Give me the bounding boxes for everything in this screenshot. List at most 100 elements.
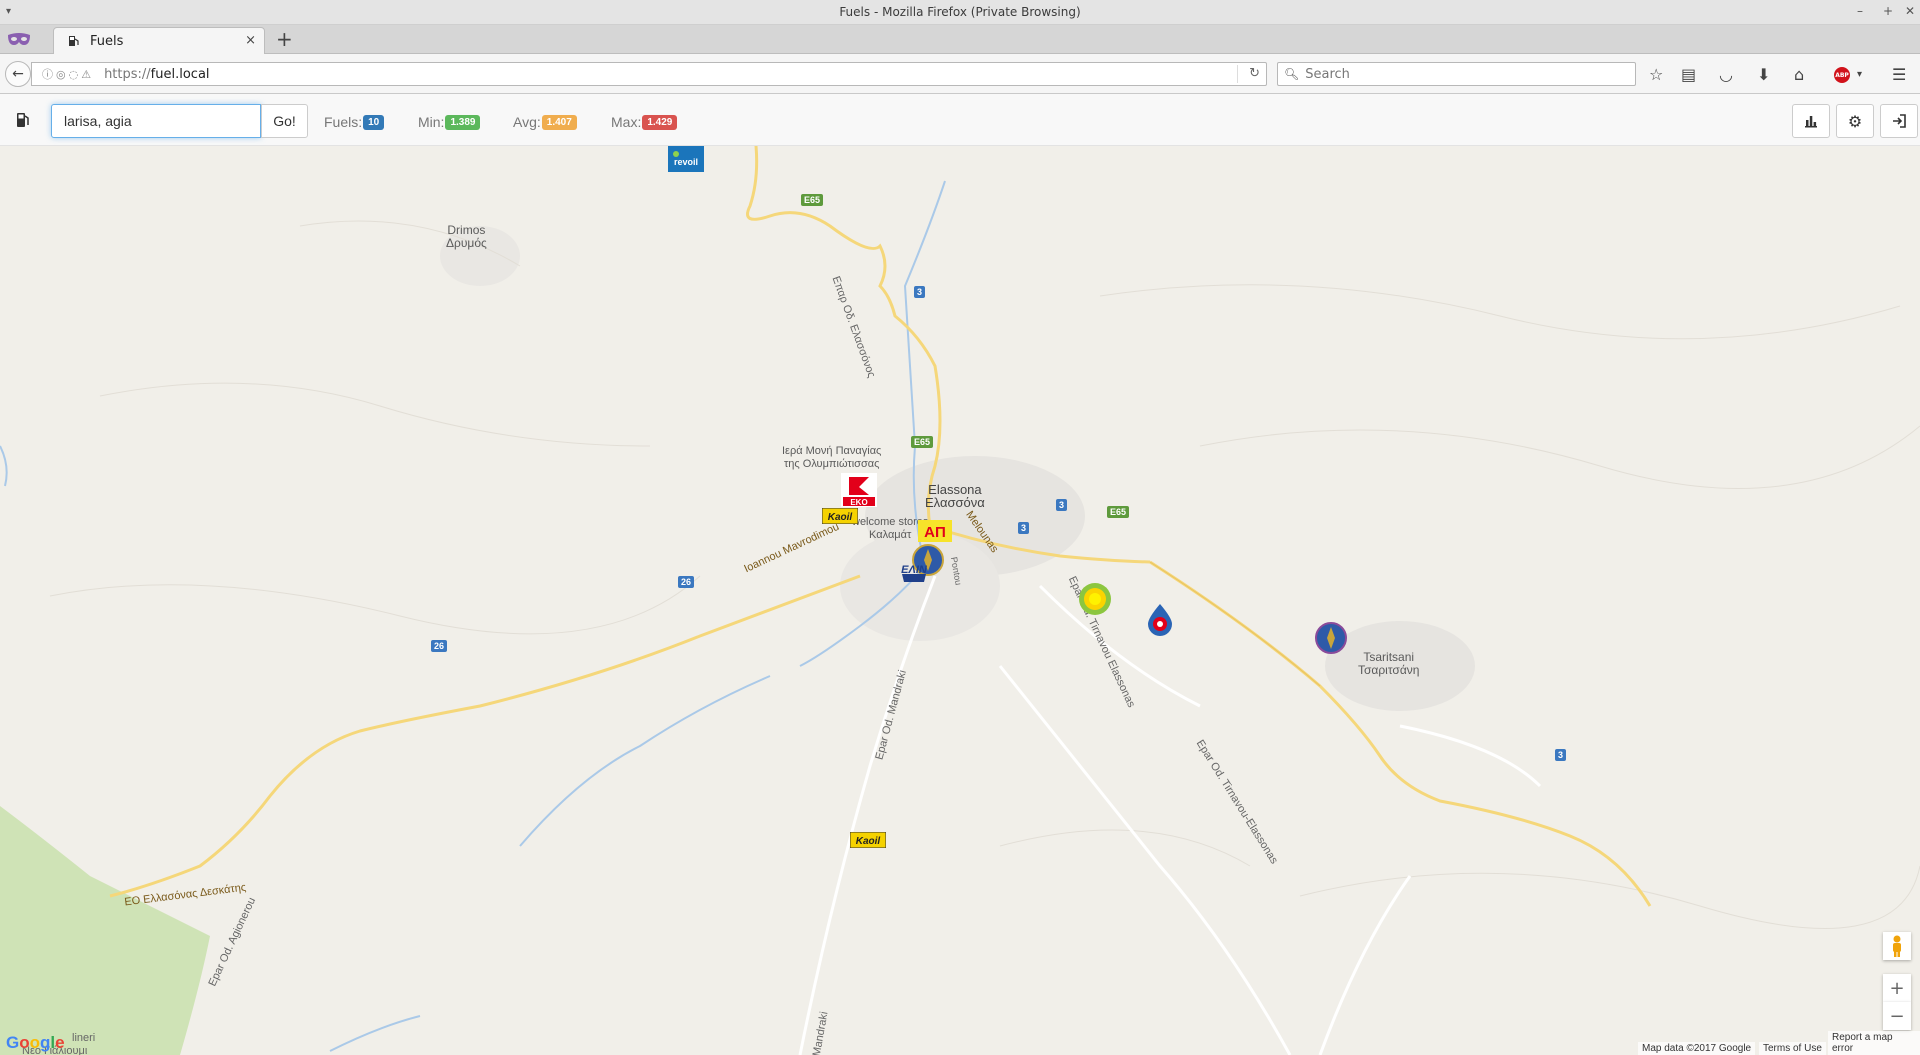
navigation-bar: ← ⓘ◎◌⚠ https:// fuel.local ↻ 🔍︎ Search ☆…: [0, 54, 1920, 94]
road-shield-26: 26: [678, 576, 695, 588]
login-button[interactable]: [1880, 104, 1918, 138]
poi-label: Ιερά Μονή Παναγίας: [782, 445, 882, 457]
road-shield-3: 3: [1555, 749, 1567, 761]
road-shield-e65: E65: [801, 194, 824, 206]
min-badge: 1.389: [445, 114, 481, 130]
bookmark-star-icon[interactable]: ☆: [1649, 65, 1663, 84]
zoom-out-button[interactable]: −: [1883, 1002, 1911, 1030]
road-shield-e65: E65: [911, 436, 934, 448]
zoom-in-button[interactable]: +: [1883, 974, 1911, 1002]
fuel-station-marker-ap[interactable]: ΑΠ: [918, 520, 952, 542]
street-view-pegman[interactable]: [1883, 932, 1911, 960]
fuels-badge: 10: [363, 114, 385, 130]
app-toolbar: Go! Fuels: 10 Min: 1.389 Avg: 1.407 Max:…: [0, 94, 1920, 146]
max-badge: 1.429: [642, 114, 678, 130]
settings-button[interactable]: ⚙: [1836, 104, 1874, 138]
fuel-station-marker-eko[interactable]: EKO: [841, 473, 877, 507]
map-data-attribution: Map data ©2017 Google: [1638, 1042, 1756, 1055]
place-label-lineri: lineri: [72, 1032, 96, 1044]
poi-label-2: Καλαμάτ: [869, 529, 912, 541]
fuels-count: Fuels: 10: [324, 114, 385, 130]
reading-list-icon[interactable]: ▤: [1681, 65, 1696, 84]
hamburger-menu-icon[interactable]: ☰: [1892, 65, 1906, 84]
maximize-icon[interactable]: +: [1883, 4, 1893, 18]
fuel-station-marker-bp[interactable]: [1078, 582, 1112, 616]
site-info-icons[interactable]: ⓘ◎◌⚠: [42, 66, 94, 82]
fuel-station-marker-kaoil-2[interactable]: Kaoil: [850, 832, 886, 848]
map-canvas[interactable]: Drimos Δρυμός Elassona Ελασσόνα Tsaritsa…: [0, 146, 1920, 1055]
place-elassona: Elassona Ελασσόνα: [925, 483, 985, 509]
fuel-station-marker-revoil[interactable]: revoil: [668, 146, 704, 172]
url-host: fuel.local: [150, 66, 210, 82]
chevron-down-icon[interactable]: ▾: [1857, 69, 1862, 80]
place-label-greek: Τσαριτσάνη: [1358, 663, 1420, 677]
window-titlebar: ▾ Fuels - Mozilla Firefox (Private Brows…: [0, 0, 1920, 25]
poi-label: welcome stores: [852, 516, 929, 528]
road-shield-3: 3: [1018, 522, 1030, 534]
fuel-station-marker-kaoil[interactable]: Kaoil: [822, 508, 858, 524]
poi-welcome-stores: welcome stores Καλαμάτ: [852, 516, 928, 542]
statistics-button[interactable]: [1792, 104, 1830, 138]
window-menu-icon[interactable]: ▾: [6, 6, 11, 17]
minimize-icon[interactable]: –: [1857, 4, 1863, 18]
place-label-greek: Ελασσόνα: [925, 495, 985, 510]
sign-in-icon: [1893, 114, 1906, 128]
place-label-greek: Δρυμός: [446, 236, 487, 250]
google-logo[interactable]: Google: [6, 1033, 65, 1053]
fuel-station-marker-elin[interactable]: ΕΛΙΝ: [896, 558, 932, 584]
max-price: Max: 1.429: [611, 114, 678, 130]
pocket-icon[interactable]: ◡: [1719, 65, 1733, 84]
avg-badge: 1.407: [541, 114, 577, 130]
search-bar[interactable]: 🔍︎ Search: [1277, 62, 1636, 86]
brand-label: EKO: [850, 498, 867, 507]
search-icon: 🔍︎: [1284, 67, 1300, 81]
adblock-icon[interactable]: ABP: [1834, 67, 1850, 83]
place-drimos: Drimos Δρυμός: [446, 224, 487, 250]
tab-label: Fuels: [90, 33, 124, 49]
road-shield-e65: E65: [1107, 506, 1130, 518]
downloads-icon[interactable]: ⬇: [1757, 65, 1770, 84]
url-separator: [1237, 65, 1238, 83]
tab-close-icon[interactable]: ×: [245, 33, 256, 48]
poi-monastery: Ιερά Μονή Παναγίας της Ολυμπιώτισσας: [782, 445, 881, 471]
private-browsing-icon: [8, 33, 30, 45]
min-label: Min:: [418, 114, 445, 130]
tab-strip: Fuels × +: [0, 25, 1920, 54]
url-bar[interactable]: ⓘ◎◌⚠ https:// fuel.local ↻: [31, 62, 1267, 86]
brand-label: Kaoil: [856, 836, 881, 847]
brand-label: ΑΠ: [924, 524, 946, 541]
fuel-pump-icon[interactable]: [16, 111, 30, 129]
avg-price: Avg: 1.407: [513, 114, 577, 130]
terms-of-use-link[interactable]: Terms of Use: [1759, 1042, 1826, 1055]
pegman-icon: [1893, 935, 1901, 957]
window-title: Fuels - Mozilla Firefox (Private Browsin…: [839, 5, 1081, 19]
report-map-error-link[interactable]: Report a map error: [1828, 1031, 1920, 1055]
new-tab-button[interactable]: +: [276, 27, 293, 51]
tab-fuels[interactable]: Fuels ×: [53, 27, 265, 54]
fuel-station-marker-drop[interactable]: [1145, 602, 1175, 636]
fuel-pump-icon: [69, 36, 79, 46]
gear-icon: ⚙: [1847, 111, 1863, 131]
back-arrow-icon: ←: [12, 66, 24, 82]
poi-label-2: της Ολυμπιώτισσας: [783, 458, 880, 470]
road-shield-3: 3: [914, 286, 926, 298]
map-base-layer: [0, 146, 1920, 1055]
min-price: Min: 1.389: [418, 114, 481, 130]
home-icon[interactable]: ⌂: [1794, 65, 1804, 84]
road-shield-3: 3: [1056, 499, 1068, 511]
fuel-station-marker-cyclon-2[interactable]: [1315, 622, 1347, 654]
place-tsaritsani: Tsaritsani Τσαριτσάνη: [1358, 651, 1419, 677]
fuels-label: Fuels:: [324, 114, 363, 130]
reload-icon[interactable]: ↻: [1249, 66, 1260, 81]
back-button[interactable]: ←: [5, 61, 31, 87]
road-shield-26: 26: [431, 640, 448, 652]
bar-chart-icon: [1805, 116, 1817, 128]
brand-label: revoil: [674, 157, 698, 167]
url-scheme: https://: [104, 66, 151, 82]
max-label: Max:: [611, 114, 642, 130]
close-window-icon[interactable]: ✕: [1905, 4, 1915, 18]
go-button[interactable]: Go!: [261, 104, 308, 138]
brand-label: Kaoil: [828, 512, 853, 523]
location-search-input[interactable]: [51, 104, 261, 138]
search-placeholder: Search: [1305, 66, 1350, 82]
